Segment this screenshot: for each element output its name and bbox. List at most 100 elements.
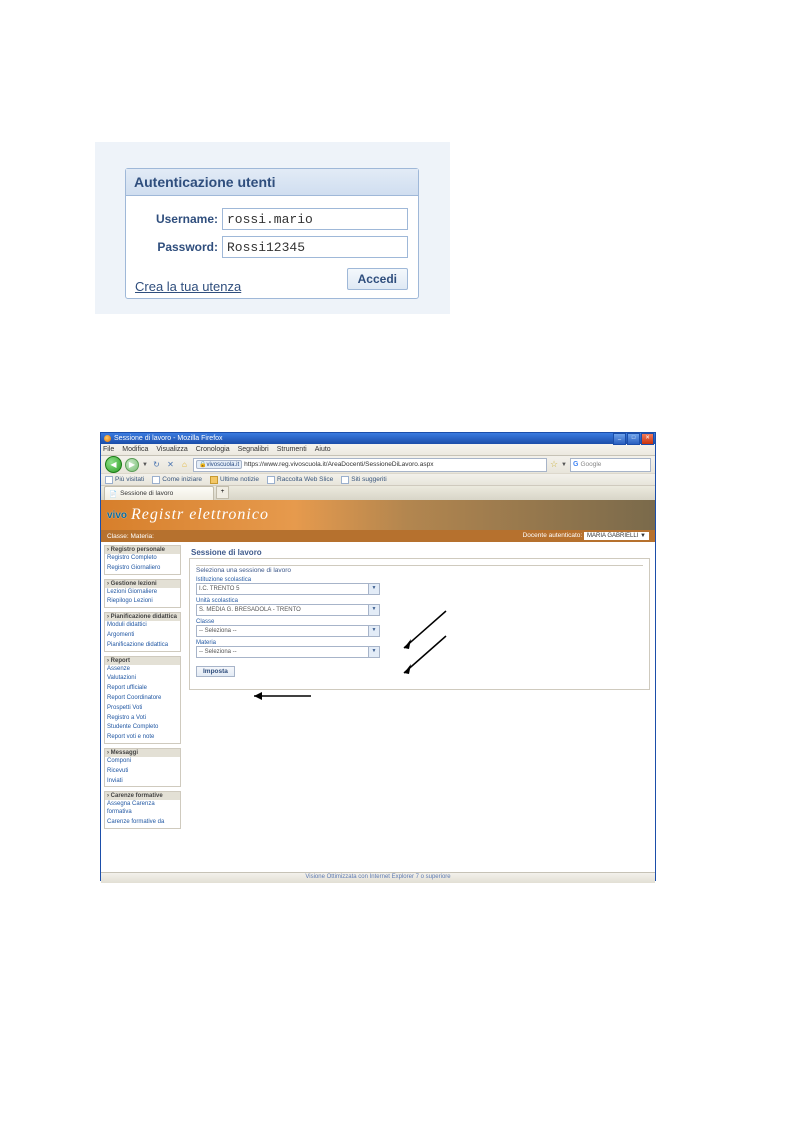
sidebar-item[interactable]: Valutazioni [105, 674, 180, 684]
lock-icon: 🔒 [199, 461, 206, 468]
sidebar-item[interactable]: Registro Completo [105, 554, 180, 564]
username-input[interactable] [222, 208, 408, 230]
sidebar-group-title[interactable]: › Registro personale [105, 546, 180, 554]
sidebar-group: › Gestione lezioniLezioni GiornaliereRie… [104, 579, 181, 609]
login-card: Autenticazione utenti Username: Password… [95, 142, 450, 314]
browser-window: Sessione di lavoro - Mozilla Firefox _ □… [100, 432, 656, 881]
sidebar-group-title[interactable]: › Pianificazione didattica [105, 613, 180, 621]
menu-file[interactable]: File [103, 446, 114, 453]
login-heading: Autenticazione utenti [126, 169, 418, 196]
row-istituzione: Istituzione scolastica I.C. TRENTO 5 ▼ [196, 577, 643, 595]
home-icon[interactable]: ⌂ [179, 459, 190, 470]
site-brand: Registr elettronico [131, 506, 269, 524]
site-subbar: Classe: Materia: Docente autenticato: MA… [101, 530, 655, 542]
sidebar-group-title[interactable]: › Carenze formative [105, 792, 180, 800]
minimize-button[interactable]: _ [613, 433, 626, 445]
sidebar-item[interactable]: Inviati [105, 777, 180, 787]
user-name: MARIA GABRIELLI [587, 533, 638, 539]
sidebar-group-title[interactable]: › Report [105, 657, 180, 665]
main-panel-area: Sessione di lavoro Seleziona una session… [184, 542, 655, 872]
close-button[interactable]: ✕ [641, 433, 654, 445]
chevron-down-icon: ▼ [368, 605, 379, 615]
menu-edit[interactable]: Modifica [122, 446, 148, 453]
bookmarks-toolbar: Più visitati Come iniziare Ultime notizi… [101, 473, 655, 485]
sidebar-item[interactable]: Assenze [105, 665, 180, 675]
row-unita: Unità scolastica S. MEDIA G. BRESADOLA -… [196, 598, 643, 616]
reload-icon[interactable]: ↻ [151, 459, 162, 470]
sidebar-item[interactable]: Riepilogo Lezioni [105, 597, 180, 607]
sidebar: › Registro personaleRegistro CompletoReg… [101, 542, 184, 872]
window-controls: _ □ ✕ [612, 433, 654, 445]
chevron-down-icon: ▼ [368, 626, 379, 636]
create-account-link[interactable]: Crea la tua utenza [135, 279, 241, 294]
chevron-down-icon: ▼ [368, 584, 379, 594]
menu-bookmarks[interactable]: Segnalibri [238, 446, 269, 453]
tab-sessione[interactable]: 📄 Sessione di lavoro [104, 486, 214, 500]
search-placeholder: Google [580, 461, 601, 468]
istituzione-select[interactable]: I.C. TRENTO 5 ▼ [196, 583, 380, 595]
unita-select[interactable]: S. MEDIA G. BRESADOLA - TRENTO ▼ [196, 604, 380, 616]
bookmark-3[interactable]: Ultime notizie [210, 476, 259, 484]
subbar-right: Docente autenticato: MARIA GABRIELLI ▼ [523, 532, 649, 540]
sidebar-item[interactable]: Report Coordinatore [105, 694, 180, 704]
bookmark-1[interactable]: Più visitati [105, 476, 144, 484]
sidebar-item[interactable]: Pianificazione didattica [105, 641, 180, 651]
sidebar-item[interactable]: Report voti e note [105, 733, 180, 743]
menu-help[interactable]: Aiuto [315, 446, 331, 453]
materia-select[interactable]: -- Seleziona -- ▼ [196, 646, 380, 658]
sidebar-group: › ReportAssenzeValutazioniReport ufficia… [104, 656, 181, 744]
sidebar-item[interactable]: Studente Completo [105, 723, 180, 733]
forward-button[interactable]: ▶ [125, 458, 139, 472]
istituzione-value: I.C. TRENTO 5 [199, 586, 239, 592]
address-dropdown-icon[interactable]: ▼ [561, 462, 567, 468]
tab-favicon-icon: 📄 [109, 490, 117, 498]
username-label: Username: [136, 212, 218, 226]
sidebar-item[interactable]: Prospetti Voti [105, 704, 180, 714]
site-banner: vivo Registr elettronico [101, 500, 655, 530]
stop-icon[interactable]: ✕ [165, 459, 176, 470]
menu-tools[interactable]: Strumenti [277, 446, 307, 453]
subbar-left: Classe: Materia: [107, 533, 154, 540]
sidebar-item[interactable]: Ricevuti [105, 767, 180, 777]
session-form-panel: Seleziona una sessione di lavoro Istituz… [189, 558, 650, 690]
bookmark-2[interactable]: Come iniziare [152, 476, 202, 484]
imposta-button[interactable]: Imposta [196, 666, 235, 677]
bookmark-4[interactable]: Raccolta Web Slice [267, 476, 333, 484]
classe-select[interactable]: -- Seleziona -- ▼ [196, 625, 380, 637]
sidebar-group-title[interactable]: › Messaggi [105, 749, 180, 757]
login-submit-button[interactable]: Accedi [347, 268, 408, 290]
address-bar[interactable]: 🔒 vivoscuola.it https://www.reg.vivoscuo… [193, 458, 547, 472]
sidebar-item[interactable]: Registro Giornaliero [105, 564, 180, 574]
password-label: Password: [136, 240, 218, 254]
site-identity-badge[interactable]: 🔒 vivoscuola.it [196, 460, 242, 469]
titlebar: Sessione di lavoro - Mozilla Firefox _ □… [101, 433, 655, 444]
sidebar-item[interactable]: Argomenti [105, 631, 180, 641]
sidebar-item[interactable]: Report ufficiale [105, 684, 180, 694]
user-dropdown[interactable]: MARIA GABRIELLI ▼ [584, 532, 649, 540]
menu-history[interactable]: Cronologia [196, 446, 230, 453]
sidebar-group-title[interactable]: › Gestione lezioni [105, 580, 180, 588]
maximize-button[interactable]: □ [627, 433, 640, 445]
bookmark-star-icon[interactable]: ☆ [550, 459, 558, 470]
sidebar-group: › Pianificazione didatticaModuli didatti… [104, 612, 181, 651]
history-dropdown-icon[interactable]: ▼ [142, 462, 148, 468]
page-title: Sessione di lavoro [189, 547, 650, 558]
row-materia: Materia -- Seleziona -- ▼ [196, 640, 643, 658]
sidebar-item[interactable]: Componi [105, 757, 180, 767]
sidebar-item[interactable]: Lezioni Giornaliere [105, 588, 180, 598]
sidebar-item[interactable]: Registro a Voti [105, 714, 180, 724]
password-row: Password: [136, 236, 408, 258]
sidebar-item[interactable]: Carenze formative da [105, 818, 180, 828]
new-tab-button[interactable]: + [216, 486, 229, 499]
menu-view[interactable]: Visualizza [156, 446, 187, 453]
site-host: vivoscuola.it [206, 462, 239, 468]
password-input[interactable] [222, 236, 408, 258]
sidebar-item[interactable]: Moduli didattici [105, 621, 180, 631]
chevron-down-icon: ▼ [368, 647, 379, 657]
statusbar: Visione Ottimizzata con Internet Explore… [101, 872, 655, 883]
unita-value: S. MEDIA G. BRESADOLA - TRENTO [199, 607, 301, 613]
sidebar-item[interactable]: Assegna Carenza formativa [105, 800, 180, 818]
back-button[interactable]: ◀ [105, 456, 122, 473]
bookmark-5[interactable]: Siti suggeriti [341, 476, 386, 484]
search-box[interactable]: G Google [570, 458, 651, 472]
